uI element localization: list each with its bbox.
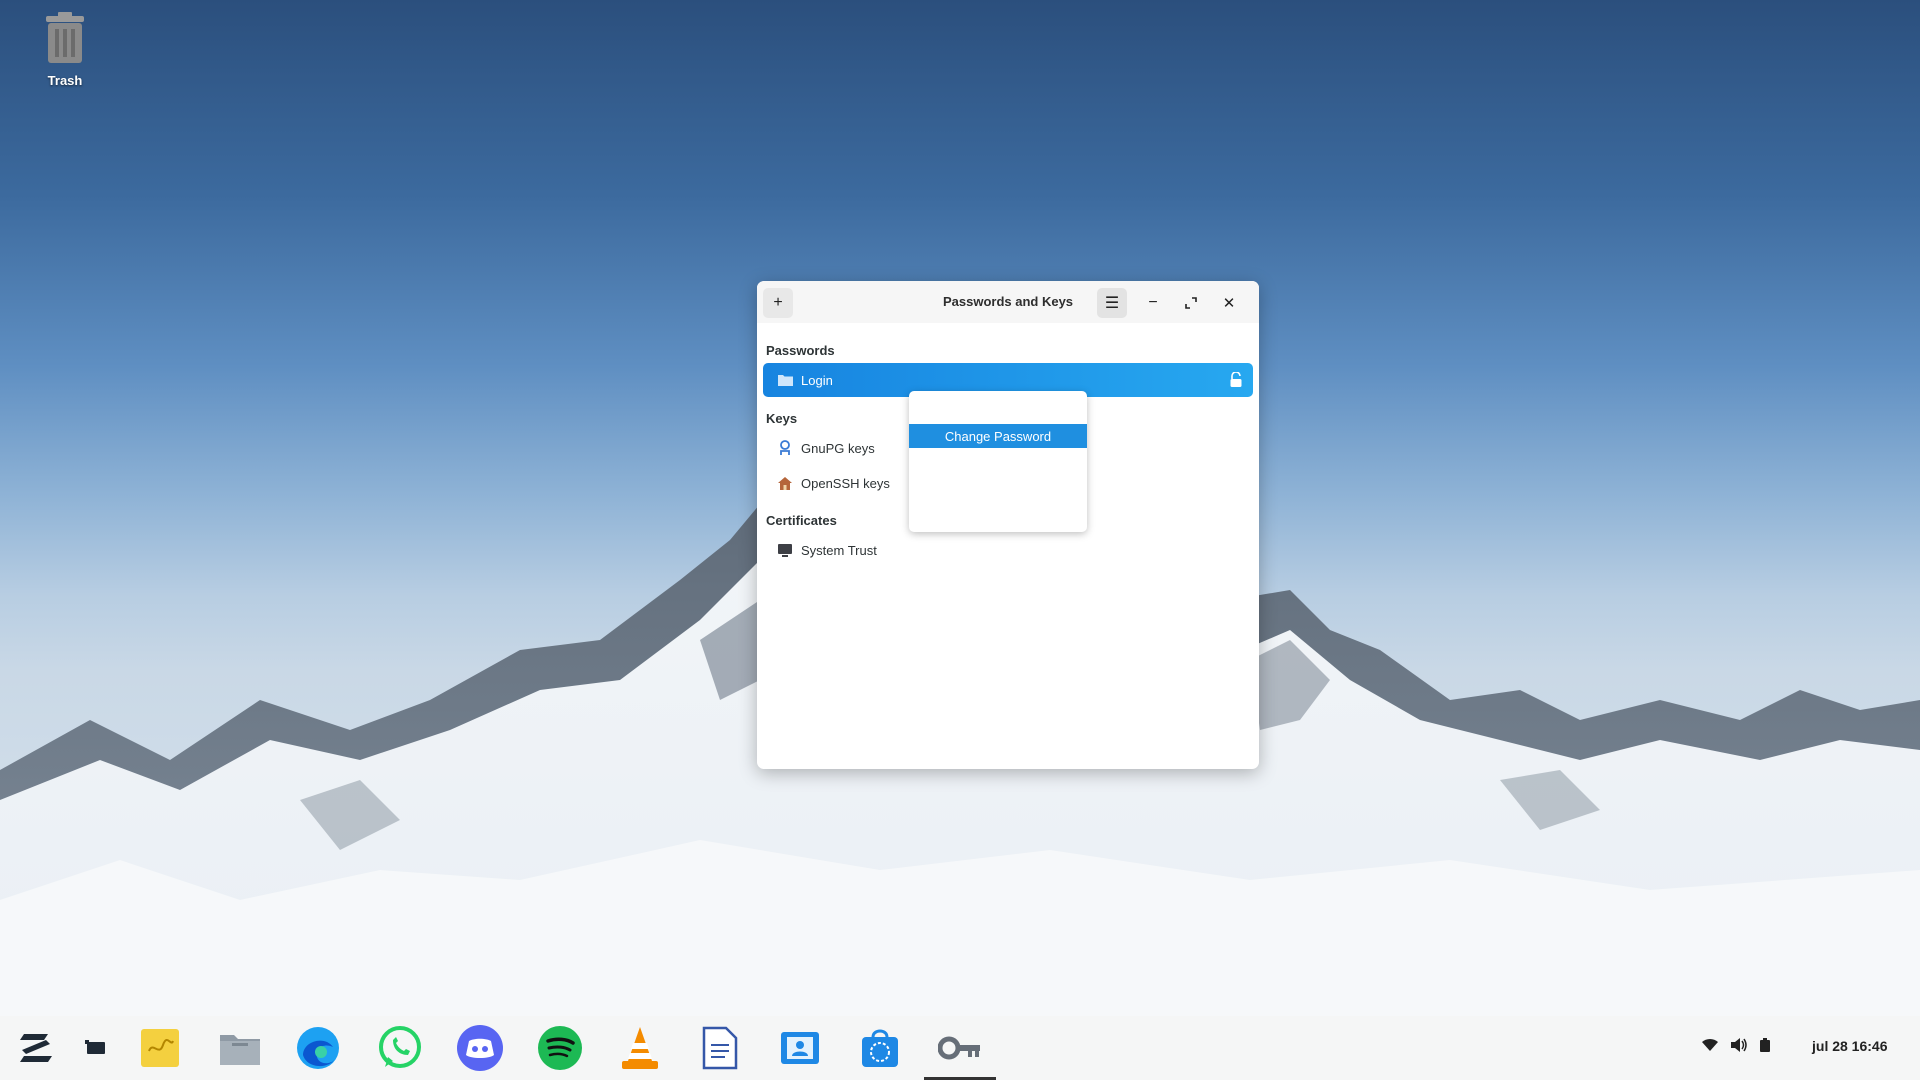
wifi-icon[interactable] [1702, 1038, 1718, 1055]
section-keys: Keys [766, 411, 798, 426]
menu-button[interactable]: ☰ [1097, 288, 1127, 318]
text-editor-icon[interactable] [696, 1024, 744, 1072]
openssh-home-icon [777, 475, 793, 491]
taskbar: jul 28 16:46 [0, 1016, 1920, 1080]
trash-label: Trash [47, 73, 83, 88]
monitor-icon [777, 542, 793, 558]
zorin-menu-icon[interactable] [12, 1024, 60, 1072]
vlc-icon[interactable] [616, 1024, 664, 1072]
folder-icon [777, 372, 793, 388]
change-password-menu-item[interactable]: Change Password [909, 424, 1087, 448]
desktop-trash[interactable]: Trash [30, 10, 100, 88]
workspace-icon[interactable] [72, 1024, 120, 1072]
contacts-icon[interactable] [776, 1024, 824, 1072]
clock[interactable]: jul 28 16:46 [1812, 1038, 1888, 1054]
login-label: Login [801, 372, 833, 388]
passwords-keys-icon[interactable] [936, 1024, 984, 1072]
maximize-icon [1185, 297, 1197, 309]
trash-icon [46, 12, 84, 63]
discord-icon[interactable] [456, 1024, 504, 1072]
software-store-icon[interactable] [856, 1024, 904, 1072]
hamburger-icon: ☰ [1104, 295, 1120, 312]
system-trust-label: System Trust [801, 542, 877, 558]
volume-icon[interactable] [1730, 1038, 1748, 1055]
section-passwords: Passwords [766, 343, 835, 358]
section-certificates: Certificates [766, 513, 837, 528]
close-button[interactable]: ✕ [1214, 288, 1244, 318]
window-titlebar: + Passwords and Keys ☰ − ✕ [757, 281, 1259, 323]
close-icon: ✕ [1222, 295, 1236, 312]
minimize-icon: − [1148, 294, 1158, 311]
openssh-label: OpenSSH keys [801, 475, 890, 491]
minimize-button[interactable]: − [1138, 288, 1168, 318]
unlocked-lock-icon[interactable] [1229, 371, 1243, 391]
gnupg-label: GnuPG keys [801, 440, 875, 456]
gnupg-key-icon [777, 440, 793, 456]
battery-icon[interactable] [1760, 1038, 1770, 1055]
spotify-icon[interactable] [536, 1024, 584, 1072]
edge-icon[interactable] [294, 1024, 342, 1072]
maximize-button[interactable] [1176, 288, 1206, 318]
list-item-system-trust[interactable]: System Trust [763, 533, 1253, 567]
files-icon[interactable] [216, 1024, 264, 1072]
sticky-notes-icon[interactable] [136, 1024, 184, 1072]
whatsapp-icon[interactable] [376, 1024, 424, 1072]
context-menu: Change Password [909, 391, 1087, 532]
